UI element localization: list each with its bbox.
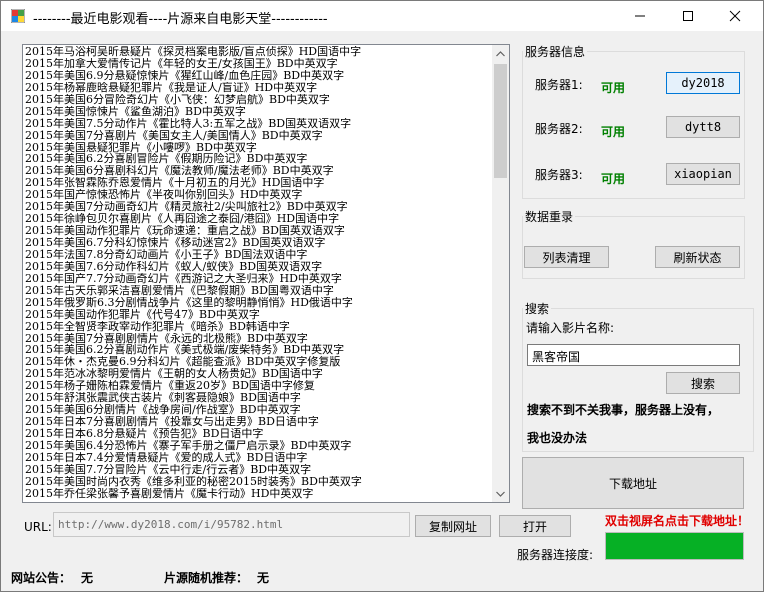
window-title: --------最近电影观看----片源来自电影天堂------------ (33, 12, 328, 27)
list-item[interactable]: 2015年美国7.6分动作科幻片《蚁人/蚁侠》BD国英双语双字 (25, 261, 491, 273)
random-recommend-value: 无 (257, 571, 270, 585)
list-item[interactable]: 2015年舒淇张震武侠古装片《刺客聂隐娘》BD国语中字 (25, 392, 491, 404)
movie-listbox[interactable]: 2015年马浴柯吴昕悬疑片《探灵档案电影版/盲点侦探》HD国语中字 2015年加拿… (22, 44, 510, 503)
list-item[interactable]: 2015年美国悬疑犯罪片《小嘍啰》BD中英双字 (25, 142, 491, 154)
server2-status: 可用 (601, 125, 626, 139)
close-button[interactable] (712, 1, 758, 31)
open-button[interactable]: 打开 (499, 515, 571, 537)
list-item[interactable]: 2015年美国7分喜剧剧情片《永远的北极熊》BD中英双字 (25, 333, 491, 345)
search-group-label: 搜索 (523, 300, 552, 317)
list-item[interactable]: 2015年国产惊悚恐怖片《半夜叫你别回头》HD中英双字 (25, 189, 491, 201)
server1-button[interactable]: dy2018 (666, 72, 740, 94)
status-bar: 网站公告： 无 片源随机推荐： 无 (1, 566, 763, 591)
list-item[interactable]: 2015年美国7.5分动作片《霍比特人3:五军之战》BD国英双语双字 (25, 118, 491, 130)
list-item[interactable]: 2015年杨幂鹿晗悬疑犯罪片《我是证人/盲证》HD中英双字 (25, 82, 491, 94)
maximize-icon (683, 11, 693, 21)
list-item[interactable]: 2015年美国6分冒险奇幻片《小飞侠：幻梦启航》BD中英双字 (25, 94, 491, 106)
list-item[interactable]: 2015年美国6分喜剧科幻片《魔法教师/魔法老师》BD中英双字 (25, 165, 491, 177)
server1-status: 可用 (601, 81, 626, 95)
list-item[interactable]: 2015年美国7分动画奇幻片《精灵旅社2/尖叫旅社2》BD中英双字 (25, 201, 491, 213)
search-input[interactable]: 黑客帝国 (527, 344, 740, 366)
movie-list: 2015年马浴柯吴昕悬疑片《探灵档案电影版/盲点侦探》HD国语中字 2015年加拿… (25, 46, 491, 500)
list-item[interactable]: 2015年古天乐郭采洁喜剧爱情片《巴黎假期》BD国粤双语中字 (25, 285, 491, 297)
list-item[interactable]: 2015年张智霖陈乔恩爱情片《十月初五的月光》HD国语中字 (25, 177, 491, 189)
title-bar[interactable]: --------最近电影观看----片源来自电影天堂------------ (1, 1, 763, 31)
data-reset-group-label: 数据重录 (523, 208, 576, 225)
close-icon (729, 10, 741, 22)
scroll-thumb[interactable] (494, 64, 507, 178)
list-item[interactable]: 2015年美国动作犯罪片《玩命速递：重启之战》BD国英双语双字 (25, 225, 491, 237)
download-address-button[interactable]: 下载地址 (522, 457, 744, 509)
list-item[interactable]: 2015年美国6.2分喜剧冒险片《假期历险记》BD中英双字 (25, 153, 491, 165)
server3-status: 可用 (601, 172, 626, 186)
list-item[interactable]: 2015年美国惊悚片《鲨鱼湖泊》BD中英双字 (25, 106, 491, 118)
list-item[interactable]: 2015年全智贤李政宰动作犯罪片《暗杀》BD韩语中字 (25, 321, 491, 333)
refresh-status-button[interactable]: 刷新状态 (655, 246, 740, 268)
vertical-scrollbar[interactable] (492, 45, 509, 502)
search-note-line2: 我也没办法 (527, 431, 588, 445)
list-item[interactable]: 2015年法国7.8分奇幻动画片《小王子》BD国法双语中字 (25, 249, 491, 261)
url-label: URL: (24, 520, 52, 534)
list-item[interactable]: 2015年美国7.7分冒险片《云中行走/行云者》BD中英双字 (25, 464, 491, 476)
connection-progress (605, 532, 744, 560)
list-item[interactable]: 2015年美国6.9分悬疑惊悚片《猩红山峰/血色庄园》BD中英双字 (25, 70, 491, 82)
list-item[interactable]: 2015年美国时尚内衣秀《维多利亚的秘密2015时装秀》BD中英双字 (25, 476, 491, 488)
clear-list-button[interactable]: 列表清理 (524, 246, 609, 268)
list-item[interactable]: 2015年美国7分喜剧片《美国女主人/美国情人》BD中英双字 (25, 130, 491, 142)
main-window: --------最近电影观看----片源来自电影天堂------------ 2… (0, 0, 764, 592)
server3-button[interactable]: xiaopian (666, 163, 740, 185)
list-item[interactable]: 2015年日本7分喜剧剧情片《投靠女与出走男》BD日语中字 (25, 416, 491, 428)
list-item[interactable]: 2015年日本6.8分悬疑片《预告犯》BD日语中字 (25, 428, 491, 440)
server2-label: 服务器2: (535, 122, 583, 136)
search-note-line1: 搜索不到不关我事，服务器上没有， (527, 403, 720, 417)
chevron-up-icon (496, 50, 505, 56)
list-item[interactable]: 2015年乔任梁张馨予喜剧爱情片《魔卡行动》HD中英双字 (25, 488, 491, 500)
minimize-icon (635, 15, 645, 17)
connection-label: 服务器连接度: (517, 548, 594, 562)
app-icon (11, 9, 25, 23)
list-item[interactable]: 2015年徐峥包贝尔喜剧片《人再囧途之泰囧/港囧》HD国语中字 (25, 213, 491, 225)
download-hint: 双击视屏名点击下载地址！ (605, 514, 750, 528)
list-item[interactable]: 2015年杨子姗陈柏霖爱情片《重返20岁》BD国语中字修复 (25, 380, 491, 392)
list-item[interactable]: 2015年国产7.7分动画奇幻片《西游记之大圣归来》HD中英双字 (25, 273, 491, 285)
server-info-group-label: 服务器信息 (523, 43, 588, 60)
server2-button[interactable]: dytt8 (666, 116, 740, 138)
minimize-button[interactable] (617, 1, 663, 31)
server1-label: 服务器1: (535, 78, 583, 92)
list-item[interactable]: 2015年休・杰克曼6.9分科幻片《超能查派》BD中英双字修复版 (25, 356, 491, 368)
maximize-button[interactable] (665, 1, 711, 31)
notice-value: 无 (81, 571, 94, 585)
list-item[interactable]: 2015年马浴柯吴昕悬疑片《探灵档案电影版/盲点侦探》HD国语中字 (25, 46, 491, 58)
notice-label: 网站公告： (11, 571, 72, 585)
list-item[interactable]: 2015年美国6分剧情片《战争房间/作战室》BD中英双字 (25, 404, 491, 416)
list-item[interactable]: 2015年日本7.4分爱情悬疑片《爱的成人式》BD日语中字 (25, 452, 491, 464)
server3-label: 服务器3: (535, 168, 583, 182)
chevron-down-icon (496, 491, 505, 497)
list-item[interactable]: 2015年美国动作犯罪片《代号47》BD中英双字 (25, 309, 491, 321)
connection-progress-fill (606, 533, 743, 559)
list-item[interactable]: 2015年美国6.7分科幻惊悚片《移动迷宫2》BD国英双语双字 (25, 237, 491, 249)
scroll-down-button[interactable] (492, 485, 509, 502)
search-prompt: 请输入影片名称: (526, 321, 615, 335)
search-button[interactable]: 搜索 (666, 372, 740, 394)
scroll-up-button[interactable] (492, 45, 509, 62)
list-item[interactable]: 2015年美国6.2分喜剧动作片《美式极端/废柴特务》BD中英双字 (25, 344, 491, 356)
list-item[interactable]: 2015年范冰冰黎明爱情片《王朝的女人杨贵妃》BD国语中字 (25, 368, 491, 380)
random-recommend-label: 片源随机推荐： (164, 571, 249, 585)
list-item[interactable]: 2015年俄罗斯6.3分剧情战争片《这里的黎明静悄悄》HD俄语中字 (25, 297, 491, 309)
url-field[interactable]: http://www.dy2018.com/i/95782.html (53, 512, 410, 537)
list-item[interactable]: 2015年加拿大爱情传记片《年轻的女王/女孩国王》BD中英双字 (25, 58, 491, 70)
copy-url-button[interactable]: 复制网址 (415, 515, 491, 537)
list-item[interactable]: 2015年美国6.4分恐怖片《寨子军手册之僵尸启示录》BD中英双字 (25, 440, 491, 452)
